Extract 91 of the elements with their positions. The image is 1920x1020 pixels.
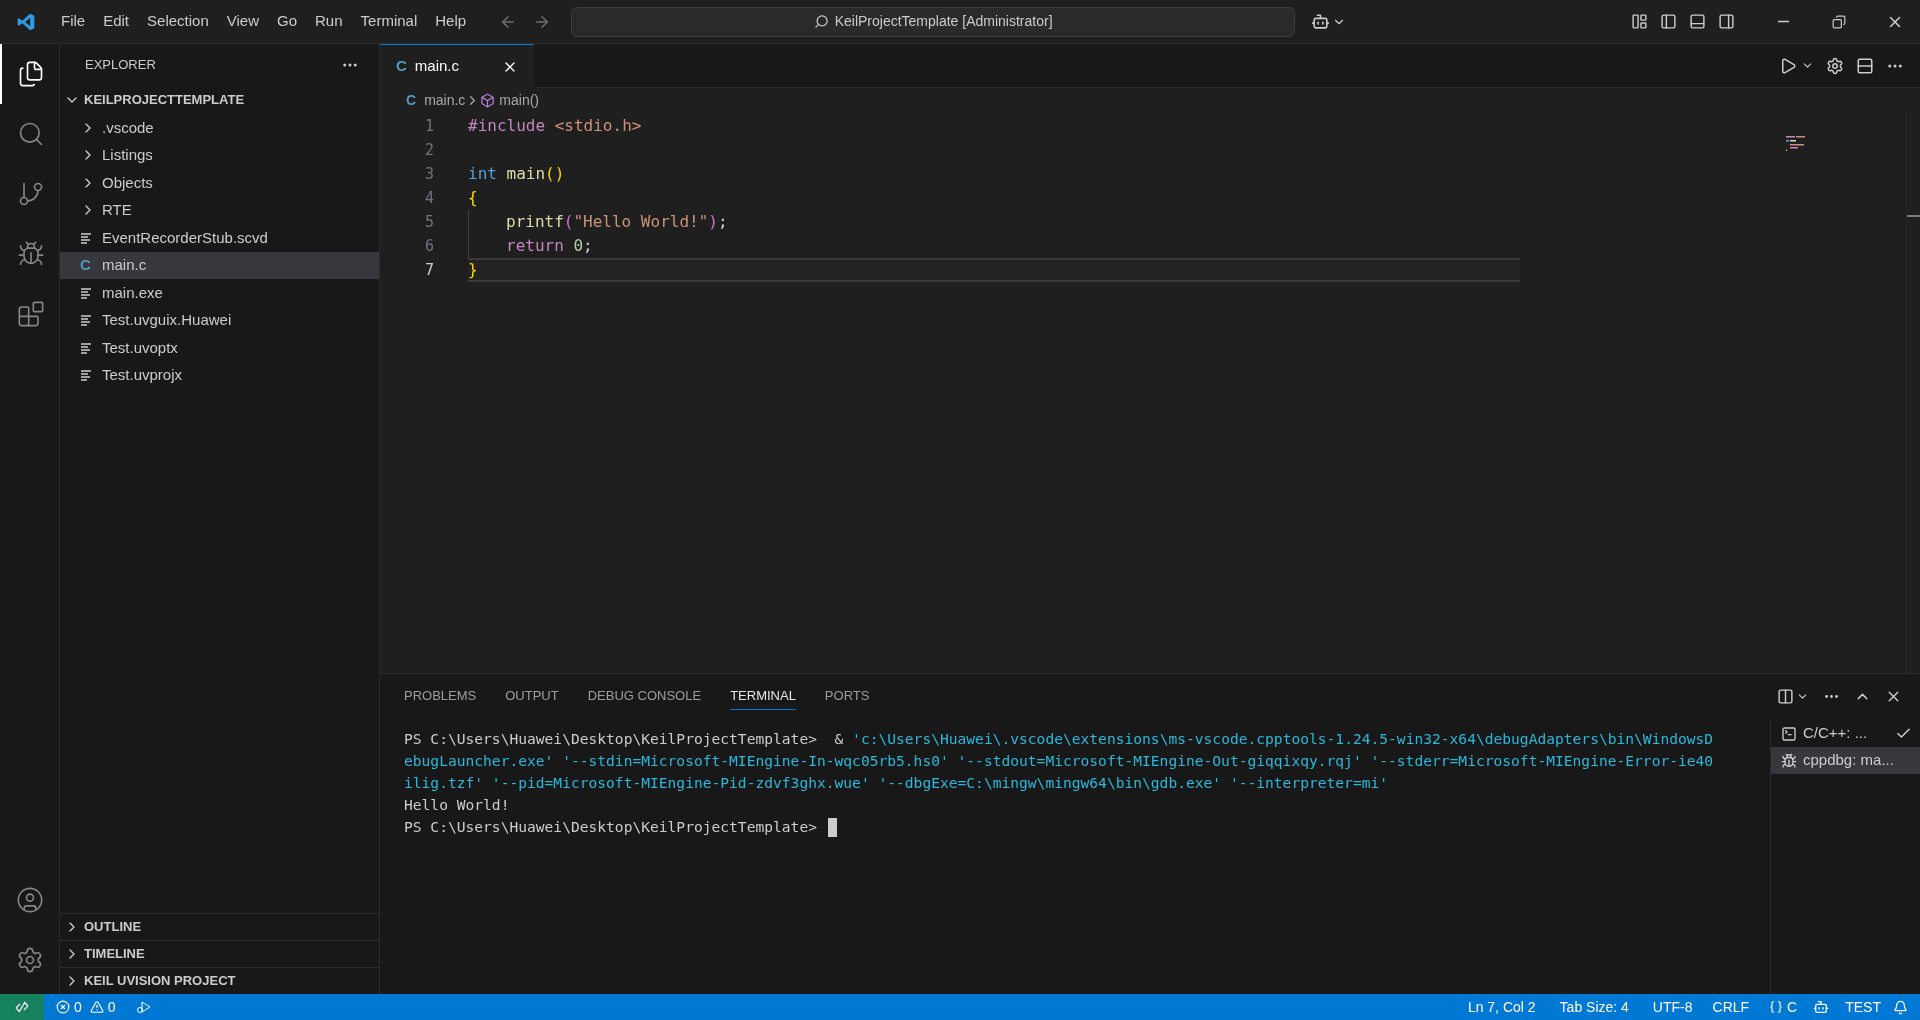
line-number: 2 bbox=[423, 139, 434, 161]
line-number: 7 bbox=[423, 259, 434, 281]
file-tree-item[interactable]: Listings bbox=[60, 141, 379, 169]
restore-icon[interactable] bbox=[1832, 14, 1846, 29]
breadcrumb-item[interactable]: main.c bbox=[424, 89, 466, 111]
toggle-panel-icon[interactable] bbox=[1689, 13, 1706, 30]
menu-item[interactable]: Go bbox=[268, 10, 306, 33]
error-icon bbox=[56, 1000, 70, 1014]
status-item[interactable]: TEST bbox=[1837, 996, 1889, 1018]
encoding-button[interactable]: UTF-8 bbox=[1644, 996, 1701, 1018]
minimap-drawing bbox=[1786, 136, 1805, 151]
terminal-line: ilig.tzf' '--pid=Microsoft-MIEngine-Pid-zdvf3ghx.wue' '--dbgExe=C:\mingw\mingw64\bin\gdb.exe' '--interpreter=mi' bbox=[404, 773, 1389, 793]
panel-tab[interactable]: DEBUG CONSOLE bbox=[587, 681, 702, 711]
split-terminal-icon[interactable] bbox=[1777, 687, 1794, 705]
language-mode-button[interactable]: C bbox=[1761, 996, 1806, 1018]
line-number: 4 bbox=[423, 187, 434, 209]
file-tree-item[interactable]: EventRecorderStub.scvd bbox=[60, 224, 379, 252]
code-line: { bbox=[468, 187, 479, 209]
terminal-list-item[interactable]: C/C++: ... bbox=[1771, 720, 1920, 747]
command-center-field[interactable]: KeilProjectTemplate [Administrator] bbox=[571, 6, 1296, 37]
menu-item[interactable]: Edit bbox=[94, 10, 139, 33]
debug-icon[interactable] bbox=[135, 999, 152, 1015]
file-lines-icon bbox=[80, 231, 92, 244]
run-icon[interactable] bbox=[1779, 56, 1797, 75]
sidebar-title: EXPLORER bbox=[85, 56, 156, 75]
file-tree-item[interactable]: Test.uvguix.Huawei bbox=[60, 306, 379, 334]
line-number: 5 bbox=[423, 211, 434, 233]
bug-icon bbox=[1781, 752, 1797, 769]
toggle-secondary-sidebar-icon[interactable] bbox=[1718, 13, 1735, 30]
search-icon bbox=[813, 14, 829, 29]
breadcrumb-item[interactable]: main() bbox=[499, 89, 540, 111]
project-root-header[interactable]: KEILPROJECTTEMPLATE bbox=[60, 86, 379, 114]
account-icon[interactable] bbox=[15, 886, 44, 914]
c-file-icon: C bbox=[406, 89, 417, 111]
file-tree-item[interactable]: RTE bbox=[60, 196, 379, 224]
warning-icon bbox=[89, 1000, 104, 1014]
terminal-icon bbox=[1781, 725, 1797, 742]
file-lines-icon bbox=[80, 314, 92, 327]
terminal-line: PS C:\Users\Huawei\Desktop\KeilProjectTemplate> & 'c:\Users\Huawei\.vscode\extensions\ms-vscode.cpptools-1.24.5-win32-x64\debugAdapters\bin\WindowsD bbox=[404, 729, 1714, 749]
line-number: 6 bbox=[423, 235, 434, 257]
extensions-icon bbox=[16, 300, 45, 328]
panel-tab[interactable]: OUTPUT bbox=[505, 681, 559, 711]
line-ending-button[interactable]: CRLF bbox=[1704, 996, 1758, 1018]
code-line: printf("Hello World!"); bbox=[468, 210, 1520, 234]
toggle-sidebar-icon[interactable] bbox=[1660, 13, 1677, 30]
cursor-position-button[interactable]: Ln 7, Col 2 bbox=[1459, 996, 1544, 1018]
problems-button[interactable]: 0 0 bbox=[52, 996, 120, 1018]
app-logo-icon bbox=[16, 11, 36, 32]
file-lines-icon bbox=[80, 286, 92, 299]
remote-icon bbox=[15, 1000, 29, 1014]
panel-tab[interactable]: PORTS bbox=[824, 681, 870, 711]
menu-item[interactable]: Help bbox=[426, 10, 476, 33]
file-tree-item[interactable]: main.exe bbox=[60, 279, 379, 307]
file-lines-icon bbox=[80, 341, 92, 354]
settings-icon[interactable] bbox=[1826, 56, 1844, 75]
terminal-line: Hello World! bbox=[404, 795, 510, 815]
panel-tab[interactable]: TERMINAL bbox=[730, 681, 796, 711]
panel-tab[interactable]: PROBLEMS bbox=[404, 681, 477, 711]
code-line: #include <stdio.h> bbox=[468, 115, 643, 137]
c-file-icon: C bbox=[396, 55, 407, 78]
file-tree-item[interactable]: .vscode bbox=[60, 114, 379, 142]
menu-item[interactable]: Run bbox=[306, 10, 352, 33]
file-tree-item[interactable]: Test.uvprojx bbox=[60, 361, 379, 389]
c-file-icon: C bbox=[80, 254, 96, 277]
menu-item[interactable]: Terminal bbox=[351, 10, 427, 33]
collapsed-section-header[interactable]: TIMELINE bbox=[60, 940, 379, 967]
menu-item[interactable]: View bbox=[217, 10, 268, 33]
file-tree-item[interactable]: C main.c bbox=[60, 251, 379, 279]
line-number: 1 bbox=[423, 115, 434, 137]
menu-item[interactable]: File bbox=[52, 10, 95, 33]
line-number: 3 bbox=[423, 163, 434, 185]
file-lines-icon bbox=[80, 369, 92, 382]
run-debug-icon bbox=[16, 240, 45, 268]
editor-tab[interactable]: C main.c bbox=[380, 44, 534, 88]
command-center-text: KeilProjectTemplate [Administrator] bbox=[834, 12, 1053, 31]
cube-icon bbox=[480, 92, 496, 108]
collapsed-section-header[interactable]: OUTLINE bbox=[60, 913, 379, 940]
menu-item[interactable]: Selection bbox=[138, 10, 218, 33]
file-tree-item[interactable]: Test.uvoptx bbox=[60, 334, 379, 362]
terminal-line: PS C:\Users\Huawei\Desktop\KeilProjectTemplate> bbox=[404, 817, 818, 837]
indentation-button[interactable]: Tab Size: 4 bbox=[1551, 996, 1637, 1018]
terminal-list-item[interactable]: cppdbg: ma... bbox=[1771, 747, 1920, 774]
notifications-icon[interactable] bbox=[1893, 999, 1908, 1015]
remote-button[interactable] bbox=[0, 994, 44, 1020]
split-editor-icon[interactable] bbox=[1856, 56, 1874, 75]
customize-layout-icon[interactable] bbox=[1631, 13, 1648, 30]
braces-icon bbox=[1769, 1000, 1784, 1014]
code-line: int main() bbox=[468, 163, 566, 185]
terminal-line: ebugLauncher.exe' '--stdin=Microsoft-MIEngine-In-wqc05rb5.hs0' '--stdout=Microsoft-MIEngine-Out-giqqixqy.rqj' '--stderr=Microsoft-MIEngine-Error-ie40 bbox=[404, 751, 1714, 771]
file-tree-item[interactable]: Objects bbox=[60, 169, 379, 197]
scrollbar-marker bbox=[1907, 215, 1920, 217]
